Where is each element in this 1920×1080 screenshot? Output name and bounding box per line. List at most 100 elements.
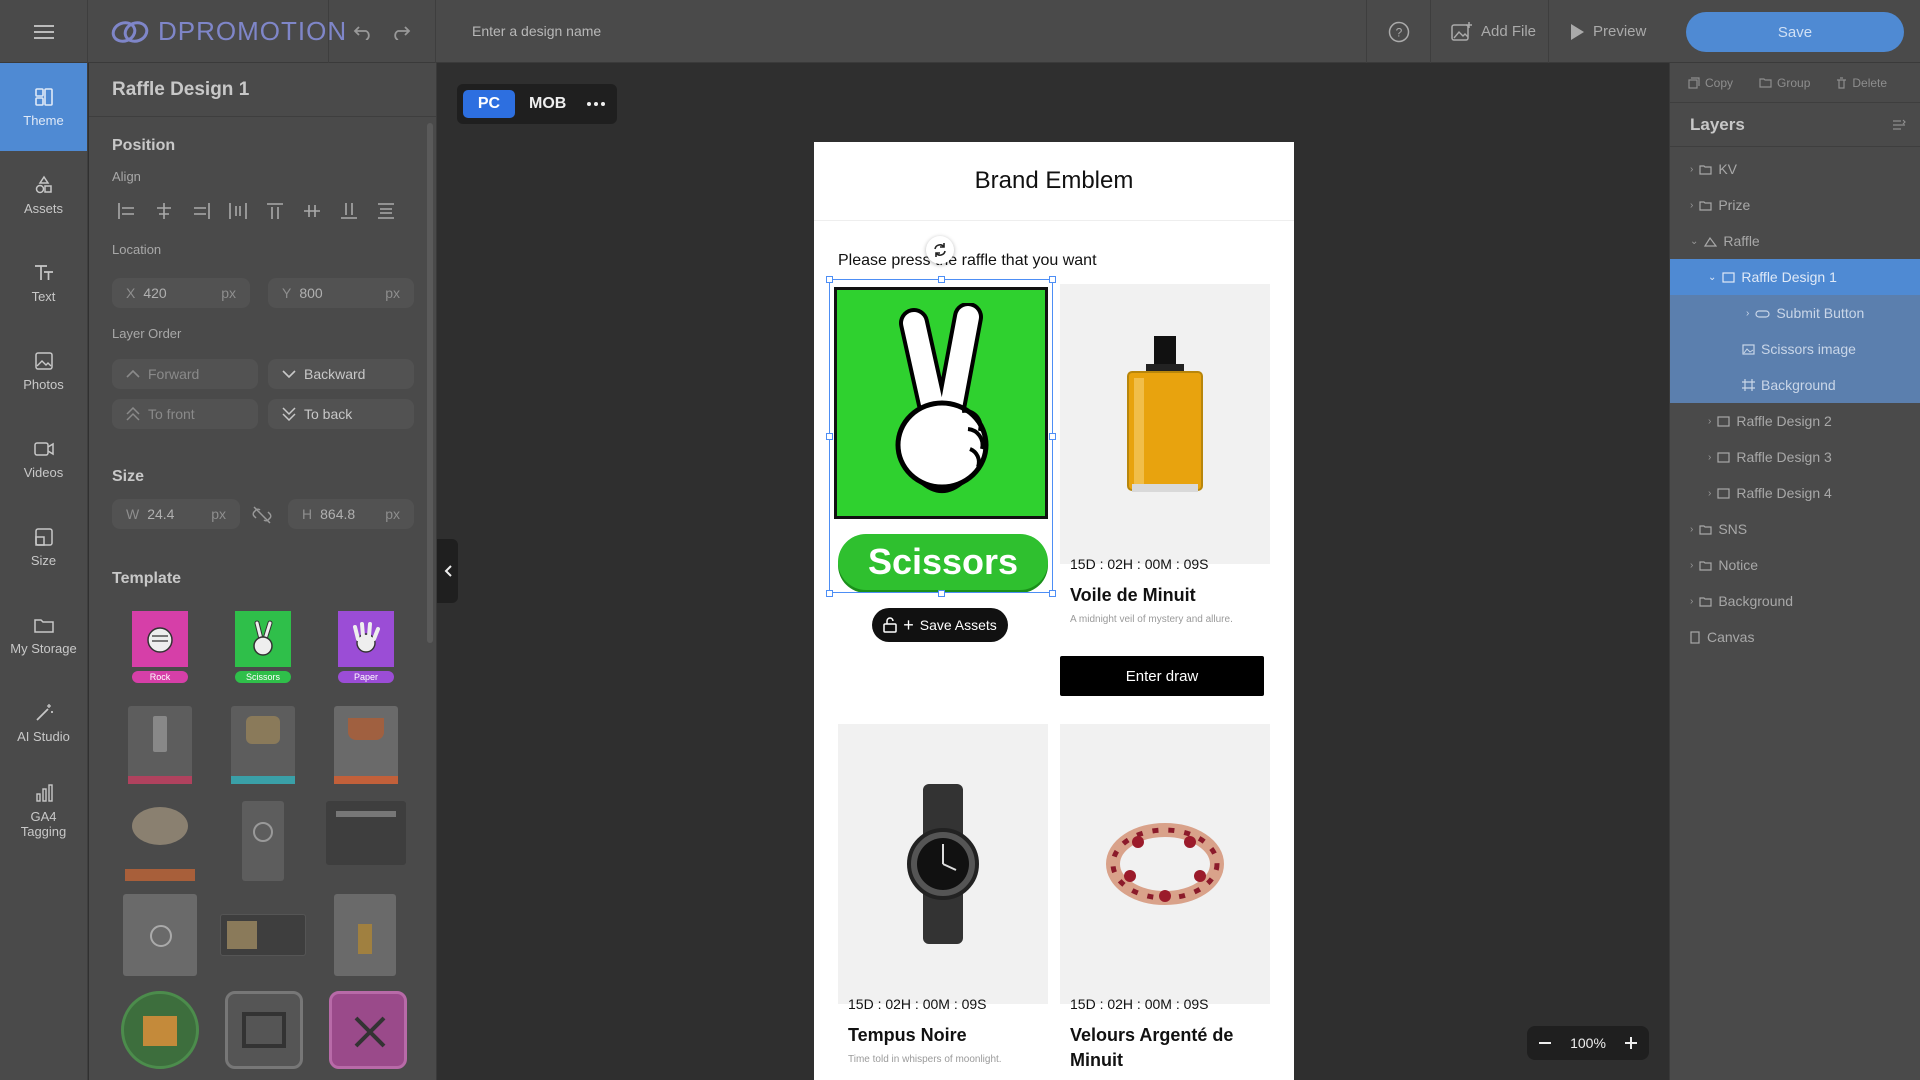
y-field[interactable]: Y 800 px: [268, 278, 414, 308]
panel-scrollbar[interactable]: [427, 123, 433, 643]
x-field[interactable]: X 420 px: [112, 278, 250, 308]
collapse-panel-button[interactable]: [437, 539, 458, 603]
template-paper[interactable]: Paper: [338, 611, 394, 689]
distribute-v-icon[interactable]: [375, 200, 397, 222]
cake-shape: [132, 807, 188, 845]
h-label: H: [302, 506, 313, 522]
distribute-h-icon[interactable]: [227, 200, 249, 222]
layer-sns[interactable]: › SNS: [1670, 511, 1920, 547]
backward-button[interactable]: Backward: [268, 359, 414, 389]
delete-button[interactable]: Delete: [1836, 76, 1887, 90]
selection-box[interactable]: [829, 279, 1053, 593]
preview-button[interactable]: Preview: [1548, 0, 1668, 63]
nav-videos[interactable]: Videos: [0, 415, 87, 503]
design-name-input[interactable]: [454, 14, 854, 48]
layer-raffle-design-3[interactable]: › Raffle Design 3: [1670, 439, 1920, 475]
nav-photos[interactable]: Photos: [0, 327, 87, 415]
layer-label: Background: [1761, 377, 1836, 393]
align-middle-v-icon[interactable]: [301, 200, 323, 222]
template-cookware[interactable]: [334, 706, 398, 784]
template-serum[interactable]: [128, 706, 192, 784]
align-right-icon[interactable]: [190, 200, 212, 222]
nav-my-storage[interactable]: My Storage: [0, 591, 87, 679]
layer-raffle[interactable]: ⌄ Raffle: [1670, 223, 1920, 259]
template-ring-2[interactable]: [123, 894, 197, 976]
nav-text[interactable]: Text: [0, 239, 87, 327]
resize-handle[interactable]: [1049, 276, 1056, 283]
layer-kv[interactable]: › KV: [1670, 151, 1920, 187]
template-tshirt[interactable]: [121, 991, 199, 1069]
width-field[interactable]: W 24.4 px: [112, 499, 240, 529]
zoom-in-icon[interactable]: [1623, 1035, 1639, 1051]
template-countdown[interactable]: [326, 801, 406, 865]
product-image-perfume[interactable]: [1060, 284, 1270, 564]
undo-icon[interactable]: [353, 24, 373, 40]
folder-icon: [1759, 78, 1772, 88]
align-top-icon[interactable]: [264, 200, 286, 222]
device-toggle: PC MOB: [457, 84, 617, 124]
nav-ai-studio[interactable]: AI Studio: [0, 679, 87, 767]
enter-draw-button[interactable]: Enter draw: [1060, 656, 1264, 696]
save-assets-button[interactable]: + Save Assets: [872, 608, 1008, 642]
template-bread[interactable]: [231, 706, 295, 784]
resize-handle[interactable]: [938, 276, 945, 283]
product-image-watch[interactable]: [838, 724, 1048, 1004]
nav-assets[interactable]: Assets: [0, 151, 87, 239]
template-cake[interactable]: [125, 801, 195, 881]
nav-ga4-tagging[interactable]: GA4 Tagging: [0, 767, 87, 855]
template-scissors[interactable]: Scissors: [235, 611, 291, 689]
instruction-text[interactable]: Please press the raffle that you want: [838, 252, 1097, 270]
resize-handle[interactable]: [1049, 433, 1056, 440]
nav-size[interactable]: Size: [0, 503, 87, 591]
forward-button[interactable]: Forward: [112, 359, 258, 389]
add-file-button[interactable]: Add File: [1430, 0, 1556, 63]
layer-raffle-design-2[interactable]: › Raffle Design 2: [1670, 403, 1920, 439]
product-image-bracelet[interactable]: [1060, 724, 1270, 1004]
resize-handle[interactable]: [826, 433, 833, 440]
resize-handle[interactable]: [826, 590, 833, 597]
template-kitchen[interactable]: [329, 991, 407, 1069]
group-button[interactable]: Group: [1759, 76, 1810, 90]
template-banner[interactable]: [220, 914, 306, 956]
template-furniture[interactable]: [225, 991, 303, 1069]
hamburger-menu-button[interactable]: [0, 0, 88, 63]
nav-theme[interactable]: Theme: [0, 63, 87, 151]
align-center-h-icon[interactable]: [153, 200, 175, 222]
layer-scissors-image[interactable]: Scissors image: [1670, 331, 1920, 367]
align-bottom-icon[interactable]: [338, 200, 360, 222]
redo-icon[interactable]: [391, 24, 411, 40]
resize-handle[interactable]: [938, 590, 945, 597]
brand-emblem[interactable]: Brand Emblem: [814, 142, 1294, 221]
chevron-down-icon: ⌄: [1690, 235, 1699, 247]
layer-background-inner[interactable]: Background: [1670, 367, 1920, 403]
layer-raffle-design-4[interactable]: › Raffle Design 4: [1670, 475, 1920, 511]
height-field[interactable]: H 864.8 px: [288, 499, 414, 529]
to-back-button[interactable]: To back: [268, 399, 414, 429]
save-button[interactable]: Save: [1686, 12, 1904, 52]
resize-handle[interactable]: [826, 276, 833, 283]
nav-label: Theme: [23, 112, 64, 128]
help-button[interactable]: ?: [1366, 0, 1430, 63]
zoom-out-icon[interactable]: [1537, 1035, 1553, 1051]
layer-background[interactable]: › Background: [1670, 583, 1920, 619]
rotate-handle[interactable]: [926, 236, 954, 264]
unlink-ratio-icon[interactable]: [251, 505, 273, 530]
template-rock[interactable]: Rock: [132, 611, 188, 689]
template-ring[interactable]: [242, 801, 284, 881]
layer-notice[interactable]: › Notice: [1670, 547, 1920, 583]
template-perfume[interactable]: [334, 894, 396, 976]
resize-handle[interactable]: [1049, 590, 1056, 597]
to-front-button[interactable]: To front: [112, 399, 258, 429]
layer-submit-button[interactable]: › Submit Button: [1670, 295, 1920, 331]
collapse-all-icon[interactable]: [1892, 119, 1906, 131]
copy-button[interactable]: Copy: [1688, 76, 1733, 90]
align-left-icon[interactable]: [116, 200, 138, 222]
layer-prize[interactable]: › Prize: [1670, 187, 1920, 223]
more-icon[interactable]: [586, 101, 606, 107]
layer-raffle-design-1[interactable]: ⌄ Raffle Design 1: [1670, 259, 1920, 295]
delete-label: Delete: [1852, 75, 1888, 90]
layer-canvas[interactable]: Canvas: [1670, 619, 1920, 655]
app-logo[interactable]: DPROMOTION: [110, 0, 347, 63]
pc-tab[interactable]: PC: [463, 90, 515, 118]
mob-tab[interactable]: MOB: [521, 95, 574, 113]
